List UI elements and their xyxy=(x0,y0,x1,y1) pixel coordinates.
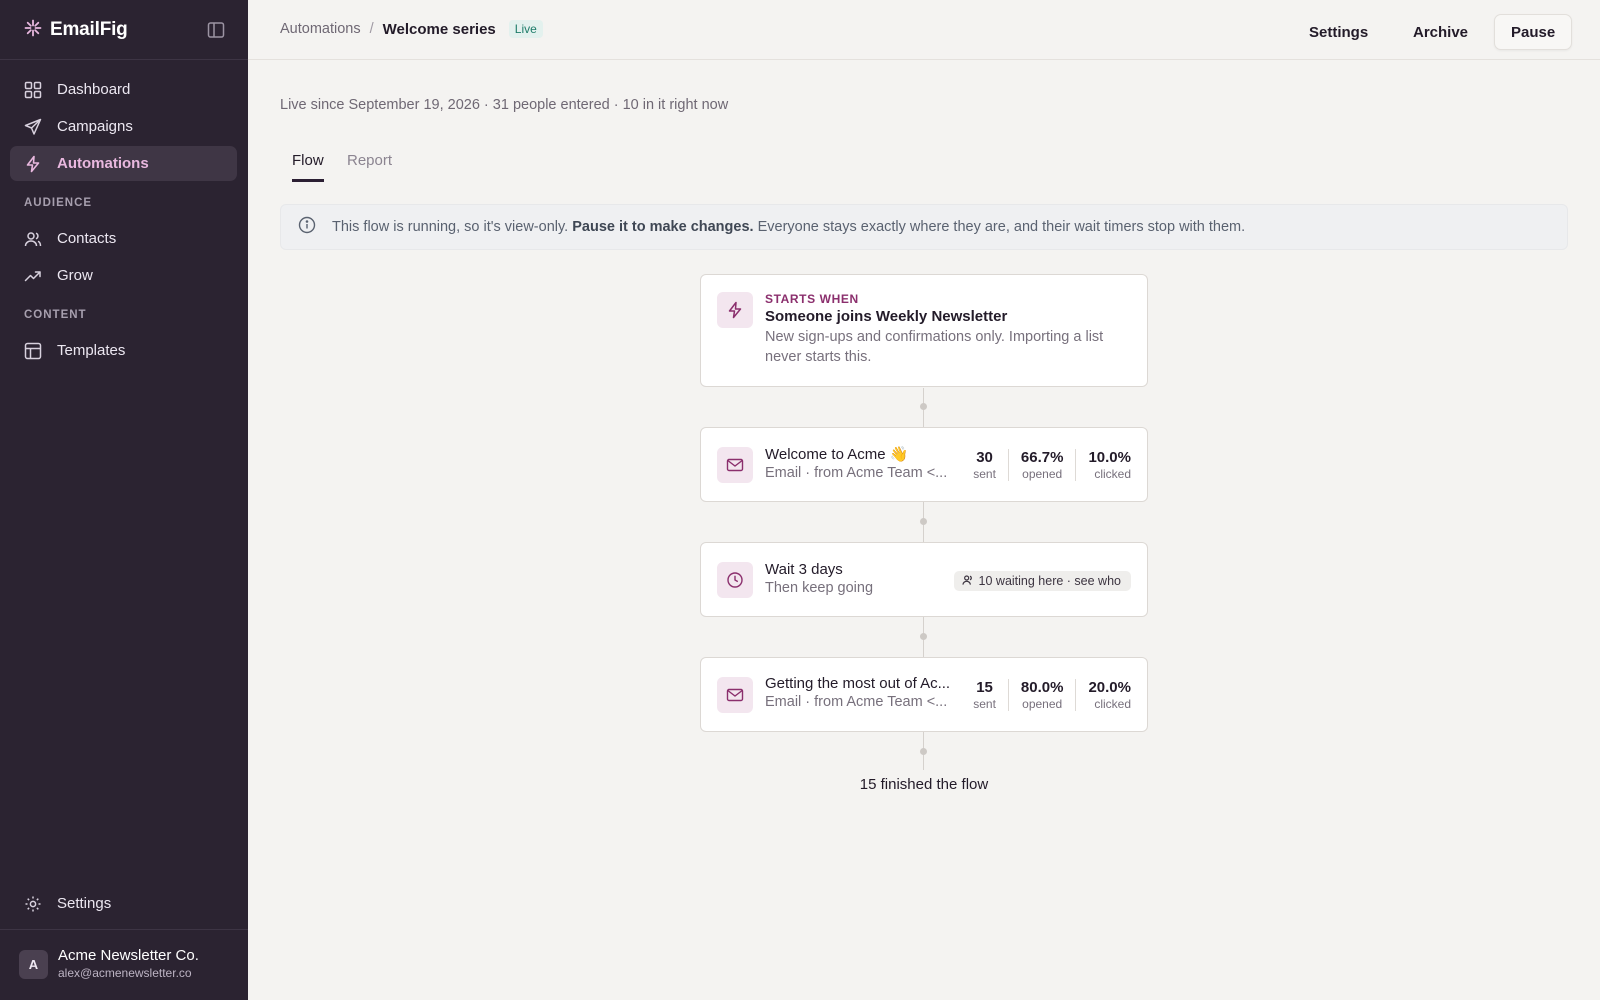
nav-grow[interactable]: Grow xyxy=(10,258,237,293)
email-title: Welcome to Acme 👋 xyxy=(765,446,909,463)
wait-step-card[interactable]: Wait 3 days Then keep going 10 waiting h… xyxy=(700,542,1148,617)
breadcrumb-automations-link[interactable]: Automations xyxy=(280,21,361,37)
account-menu[interactable]: A Acme Newsletter Co. alex@acmenewslette… xyxy=(19,947,199,981)
trending-up-icon xyxy=(24,267,42,285)
connector-dot xyxy=(920,403,927,410)
stat-clicked: 20.0% clicked xyxy=(1075,678,1131,711)
notice-text-bold: Pause it to make changes. xyxy=(572,219,754,235)
wait-title: Wait 3 days xyxy=(765,561,843,578)
nav-label: Automations xyxy=(57,155,149,172)
connector-dot xyxy=(920,748,927,755)
stat-label: clicked xyxy=(1094,466,1131,481)
app-name: EmailFig xyxy=(50,19,128,40)
stat-label: sent xyxy=(973,466,996,481)
sidebar-toggle-icon[interactable] xyxy=(206,20,226,40)
email-sender: Email · from Acme Team <... xyxy=(765,694,948,710)
top-bar: Automations / Welcome series Live Settin… xyxy=(248,0,1600,60)
layout-icon xyxy=(24,342,42,360)
user-email: alex@acmenewsletter.co xyxy=(58,966,192,980)
clock-icon xyxy=(717,562,753,598)
notice-text: This flow is running, so it's view-only.… xyxy=(332,219,1245,235)
stat-sent: 30 sent xyxy=(961,449,1008,481)
stat-value: 20.0% xyxy=(1088,678,1131,696)
gear-icon xyxy=(24,895,42,913)
nav-campaigns[interactable]: Campaigns xyxy=(10,109,237,144)
stat-value: 30 xyxy=(976,448,993,466)
email-title: Getting the most out of Ac... xyxy=(765,675,951,692)
trigger-description: New sign-ups and confirmations only. Imp… xyxy=(765,329,1104,365)
mail-icon xyxy=(717,447,753,483)
connector-dot xyxy=(920,518,927,525)
email-step-card[interactable]: Getting the most out of Ac... Email · fr… xyxy=(700,657,1148,732)
stat-clicked: 10.0% clicked xyxy=(1075,448,1131,481)
nav-dashboard[interactable]: Dashboard xyxy=(10,72,237,107)
notice-text-start: This flow is running, so it's view-only. xyxy=(332,219,569,235)
stat-opened: 80.0% opened xyxy=(1007,678,1076,711)
view-only-notice: This flow is running, so it's view-only.… xyxy=(280,204,1568,250)
nav-label: Contacts xyxy=(57,230,117,247)
stat-opened: 66.7% opened xyxy=(1007,448,1076,481)
nav-label: Dashboard xyxy=(57,81,131,98)
stat-value: 10.0% xyxy=(1088,448,1131,466)
stat-value: 15 xyxy=(976,678,993,696)
nav-label: Settings xyxy=(57,895,112,912)
nav-automations[interactable]: Automations xyxy=(10,146,237,181)
nav-settings[interactable]: Settings xyxy=(10,886,237,921)
connector-dot xyxy=(920,633,927,640)
email-stats: 15 sent 80.0% opened 20.0% clicked xyxy=(961,658,1131,731)
logo-icon xyxy=(24,19,42,42)
avatar: A xyxy=(19,949,48,979)
trigger-card[interactable]: STARTS WHEN Someone joins Weekly Newslet… xyxy=(700,274,1148,387)
stat-value: 66.7% xyxy=(1020,448,1064,466)
nav-label: Templates xyxy=(57,342,126,359)
stat-label: sent xyxy=(973,696,996,711)
lightning-icon xyxy=(717,292,753,328)
sidebar: EmailFig Dashboard Campaigns Automations… xyxy=(0,0,248,1000)
user-name: Acme Newsletter Co. xyxy=(58,947,199,964)
section-label-audience: AUDIENCE xyxy=(24,197,93,209)
users-icon xyxy=(961,574,974,589)
stat-value: 80.0% xyxy=(1020,678,1064,696)
lightning-icon xyxy=(24,155,42,173)
flow-finished-summary: 15 finished the flow xyxy=(859,776,989,793)
brand[interactable]: EmailFig xyxy=(24,16,128,44)
stat-label: clicked xyxy=(1094,696,1131,711)
nav-templates[interactable]: Templates xyxy=(10,333,237,368)
grid-icon xyxy=(24,81,42,99)
automation-meta: Live since September 19, 2026 · 31 peopl… xyxy=(280,97,729,113)
nav-contacts[interactable]: Contacts xyxy=(10,221,237,256)
trigger-kicker: STARTS WHEN xyxy=(765,292,859,306)
page-title: Welcome series xyxy=(382,20,496,38)
email-step-card[interactable]: Welcome to Acme 👋 Email · from Acme Team… xyxy=(700,427,1148,502)
settings-button[interactable]: Settings xyxy=(1293,14,1384,50)
email-sender: Email · from Acme Team <... xyxy=(765,465,948,481)
section-label-content: CONTENT xyxy=(24,309,87,321)
mail-icon xyxy=(717,677,753,713)
stat-label: opened xyxy=(1022,466,1063,481)
archive-button[interactable]: Archive xyxy=(1397,14,1484,50)
trigger-title: Someone joins Weekly Newsletter xyxy=(765,308,1008,325)
users-icon xyxy=(24,230,42,248)
send-icon xyxy=(24,118,42,136)
waiting-people-button[interactable]: 10 waiting here · see who xyxy=(953,571,1131,591)
sidebar-divider-bottom xyxy=(0,929,248,930)
breadcrumb: Automations / Welcome series Live xyxy=(280,20,543,38)
sidebar-divider-top xyxy=(0,59,248,60)
nav-label: Grow xyxy=(57,267,93,284)
tab-flow[interactable]: Flow xyxy=(292,152,324,182)
waiting-count-label: 10 waiting here · see who xyxy=(978,574,1121,588)
info-icon xyxy=(298,216,316,238)
stat-label: opened xyxy=(1022,696,1063,711)
pause-button[interactable]: Pause xyxy=(1494,14,1573,50)
email-stats: 30 sent 66.7% opened 10.0% clicked xyxy=(961,428,1131,501)
nav-label: Campaigns xyxy=(57,118,133,135)
stat-sent: 15 sent xyxy=(961,679,1008,711)
breadcrumb-separator: / xyxy=(369,21,374,37)
status-badge: Live xyxy=(508,20,543,38)
tab-report[interactable]: Report xyxy=(347,152,392,179)
notice-text-end: Everyone stays exactly where they are, a… xyxy=(757,219,1246,235)
wait-sub: Then keep going xyxy=(765,580,874,596)
